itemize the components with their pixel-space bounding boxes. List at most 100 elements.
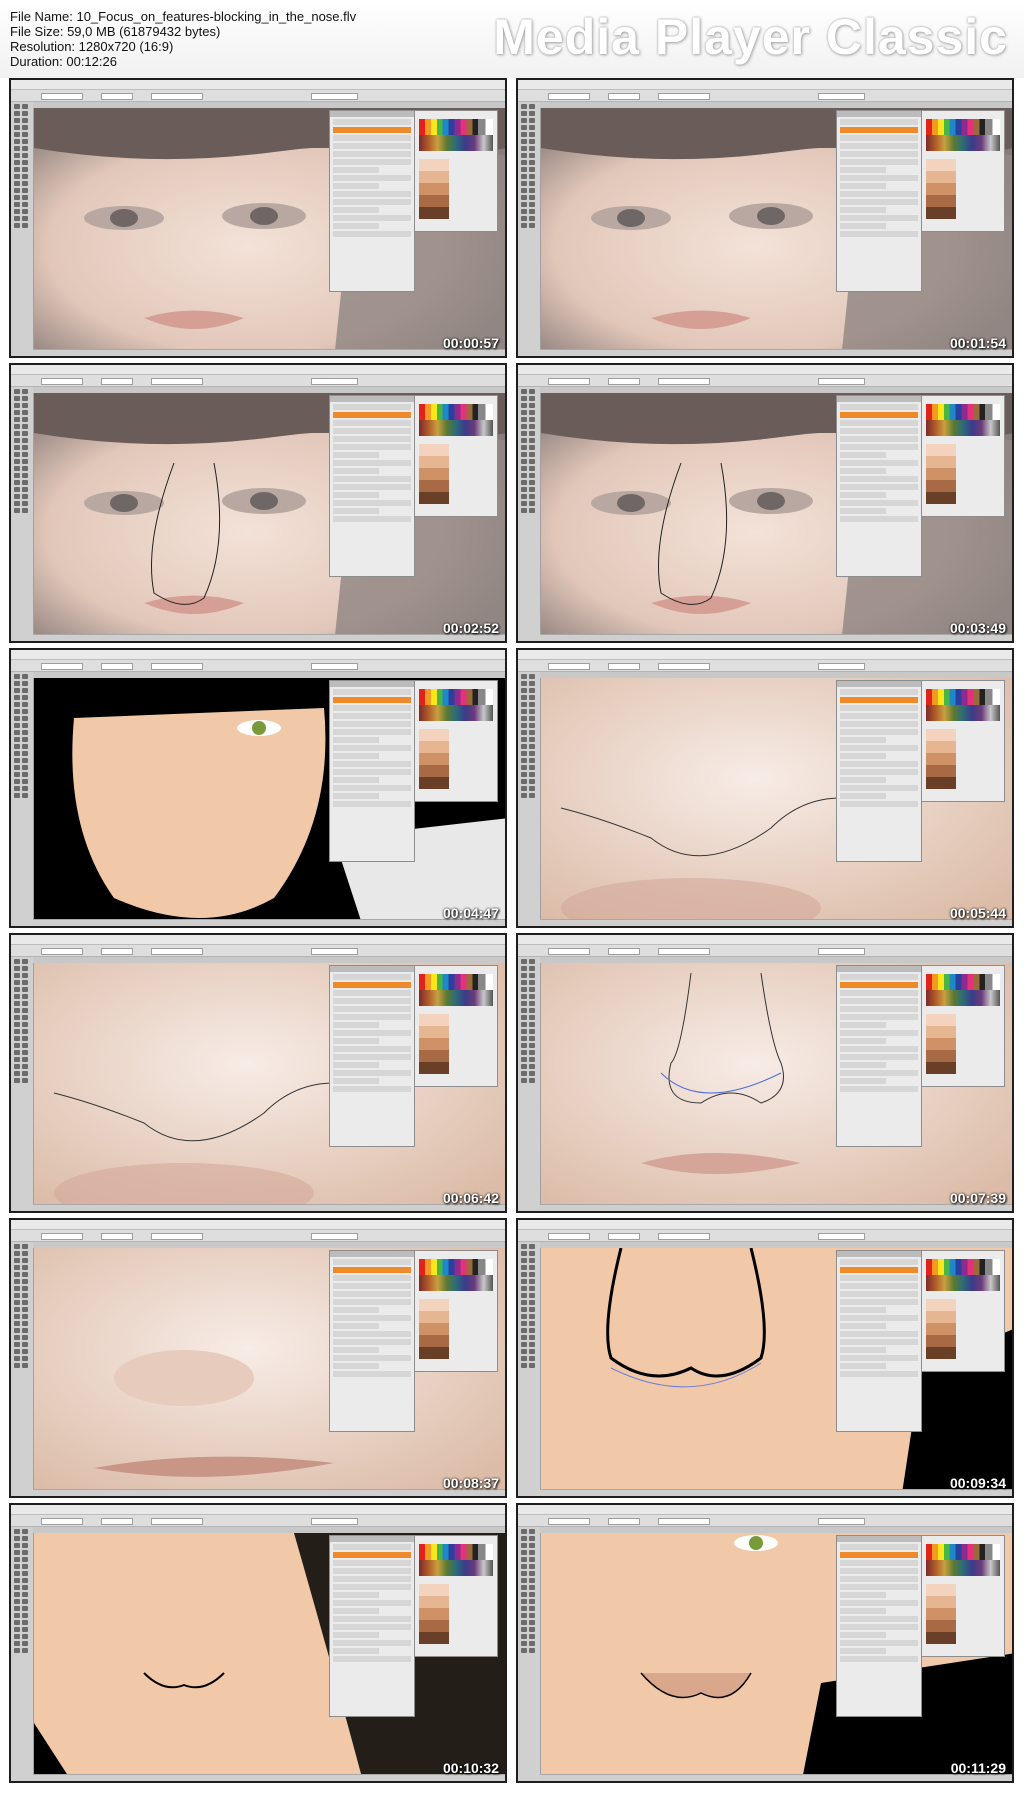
tools-panel (518, 672, 541, 926)
tools-panel (518, 387, 541, 641)
skin-tone-swatches (926, 444, 956, 504)
tools-panel (11, 387, 34, 641)
swatch-grid (926, 119, 1000, 151)
video-thumbnail[interactable]: 00:03:49 (516, 363, 1014, 643)
control-bar (518, 1515, 1012, 1527)
skin-tone-swatches (419, 1584, 449, 1644)
app-menubar (518, 1220, 1012, 1233)
app-menubar (518, 1505, 1012, 1518)
video-thumbnail[interactable]: 00:02:52 (9, 363, 507, 643)
status-bar (33, 634, 505, 641)
app-menubar (518, 80, 1012, 93)
swatch-grid (926, 1544, 1000, 1576)
thumbnail-timestamp: 00:10:32 (442, 1760, 499, 1776)
control-bar (11, 660, 505, 672)
video-thumbnail[interactable]: 00:09:34 (516, 1218, 1014, 1498)
control-bar (518, 945, 1012, 957)
app-menubar (518, 935, 1012, 948)
status-bar (33, 1489, 505, 1496)
control-bar (11, 1515, 505, 1527)
swatches-panel (414, 965, 498, 1087)
status-bar (540, 634, 1012, 641)
app-menubar (11, 365, 505, 378)
layers-panel (836, 1535, 922, 1717)
swatch-grid (926, 974, 1000, 1006)
video-thumbnail[interactable]: 00:08:37 (9, 1218, 507, 1498)
video-thumbnail[interactable]: 00:04:47 (9, 648, 507, 928)
status-bar (540, 1774, 1012, 1781)
app-menubar (11, 1220, 505, 1233)
control-bar (518, 375, 1012, 387)
thumbnail-timestamp: 00:06:42 (442, 1190, 499, 1206)
skin-tone-swatches (926, 729, 956, 789)
control-bar (518, 660, 1012, 672)
swatches-panel (921, 965, 1005, 1087)
skin-tone-swatches (926, 159, 956, 219)
skin-tone-swatches (419, 1014, 449, 1074)
thumbnail-grid: 00:00:57 00:01:54 00:02:52 00:03:49 00:0… (0, 0, 1024, 1798)
control-bar (11, 90, 505, 102)
app-menubar (11, 650, 505, 663)
thumbnail-timestamp: 00:03:49 (949, 620, 1006, 636)
skin-tone-swatches (926, 1014, 956, 1074)
video-thumbnail[interactable]: 00:06:42 (9, 933, 507, 1213)
status-bar (33, 1204, 505, 1211)
status-bar (540, 349, 1012, 356)
status-bar (33, 1774, 505, 1781)
swatch-grid (419, 119, 493, 151)
layers-panel (836, 1250, 922, 1432)
thumbnail-timestamp: 00:04:47 (442, 905, 499, 921)
app-menubar (11, 80, 505, 93)
thumbnail-timestamp: 00:01:54 (949, 335, 1006, 351)
status-bar (33, 349, 505, 356)
tools-panel (518, 102, 541, 356)
status-bar (540, 1204, 1012, 1211)
thumbnail-timestamp: 00:00:57 (442, 335, 499, 351)
layers-panel (836, 965, 922, 1147)
swatches-panel (921, 1250, 1005, 1372)
tools-panel (11, 672, 34, 926)
video-thumbnail[interactable]: 00:11:29 (516, 1503, 1014, 1783)
thumbnail-timestamp: 00:11:29 (950, 1760, 1006, 1776)
tools-panel (11, 1527, 34, 1781)
swatch-grid (419, 404, 493, 436)
thumbnail-timestamp: 00:08:37 (442, 1475, 499, 1491)
swatches-panel (921, 680, 1005, 802)
status-bar (540, 919, 1012, 926)
swatches-panel (414, 680, 498, 802)
layers-panel (836, 110, 922, 292)
video-thumbnail[interactable]: 00:00:57 (9, 78, 507, 358)
thumbnail-timestamp: 00:09:34 (949, 1475, 1006, 1491)
swatches-panel (414, 1250, 498, 1372)
skin-tone-swatches (419, 444, 449, 504)
swatches-panel (921, 395, 1005, 517)
status-bar (540, 1489, 1012, 1496)
video-thumbnail[interactable]: 00:07:39 (516, 933, 1014, 1213)
layers-panel (836, 395, 922, 577)
video-thumbnail[interactable]: 00:10:32 (9, 1503, 507, 1783)
tools-panel (518, 1527, 541, 1781)
swatch-grid (926, 404, 1000, 436)
tools-panel (518, 957, 541, 1211)
video-thumbnail[interactable]: 00:05:44 (516, 648, 1014, 928)
swatch-grid (419, 1544, 493, 1576)
swatches-panel (414, 110, 498, 232)
tools-panel (11, 1242, 34, 1496)
video-thumbnail[interactable]: 00:01:54 (516, 78, 1014, 358)
thumbnail-timestamp: 00:07:39 (949, 1190, 1006, 1206)
thumbnail-timestamp: 00:02:52 (442, 620, 499, 636)
skin-tone-swatches (926, 1299, 956, 1359)
swatch-grid (926, 689, 1000, 721)
app-menubar (11, 935, 505, 948)
tools-panel (518, 1242, 541, 1496)
swatches-panel (921, 110, 1005, 232)
status-bar (33, 919, 505, 926)
skin-tone-swatches (419, 729, 449, 789)
control-bar (11, 1230, 505, 1242)
app-menubar (11, 1505, 505, 1518)
control-bar (518, 90, 1012, 102)
swatches-panel (414, 1535, 498, 1657)
layers-panel (329, 1250, 415, 1432)
tools-panel (11, 102, 34, 356)
app-menubar (518, 365, 1012, 378)
